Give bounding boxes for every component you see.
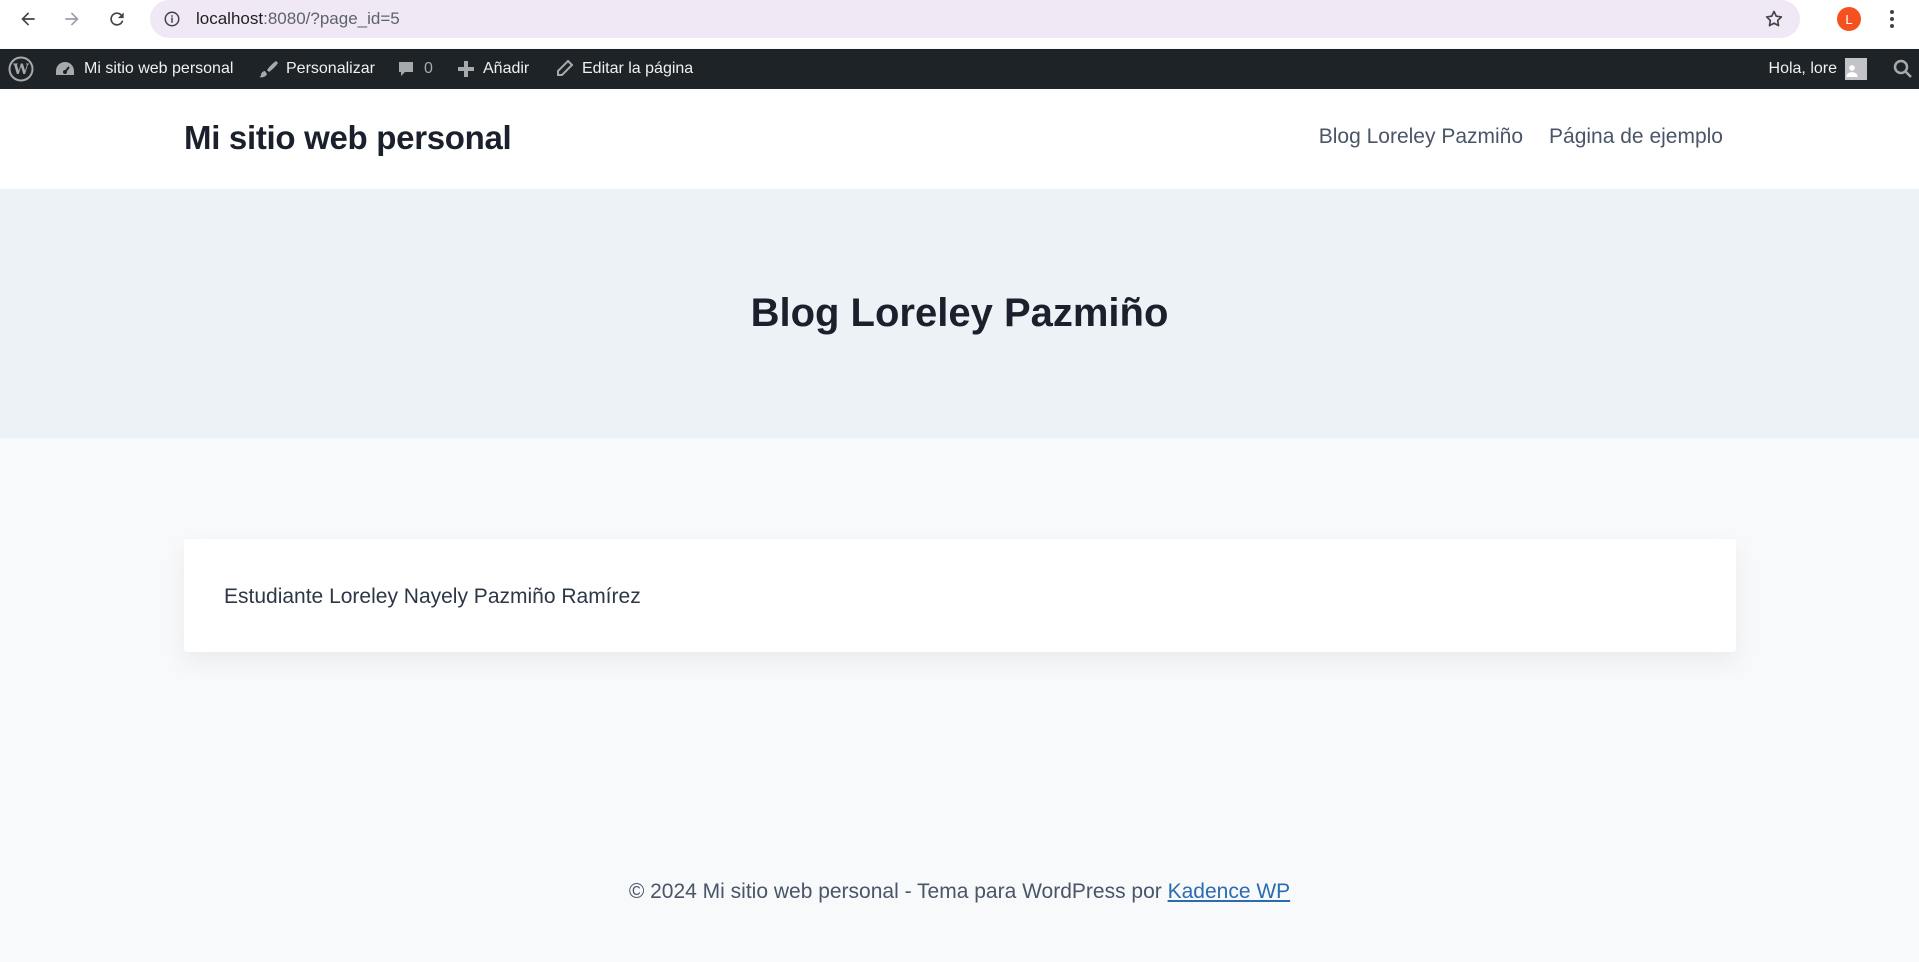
profile-avatar[interactable]: L <box>1837 7 1861 31</box>
adminbar-site-name[interactable]: Mi sitio web personal <box>54 49 233 89</box>
url-path: :8080/?page_id=5 <box>263 9 400 28</box>
primary-navigation: Blog Loreley Pazmiño Página de ejemplo <box>1319 125 1723 149</box>
site-footer: © 2024 Mi sitio web personal - Tema para… <box>0 880 1919 904</box>
forward-button[interactable] <box>56 3 88 35</box>
adminbar-site-name-label: Mi sitio web personal <box>84 60 234 77</box>
reload-button[interactable] <box>101 3 133 35</box>
arrow-left-icon <box>21 12 35 26</box>
dashboard-icon <box>56 62 74 75</box>
wordpress-logo-icon[interactable]: W <box>8 49 42 89</box>
plus-icon <box>458 61 474 77</box>
nav-item-sample-page[interactable]: Página de ejemplo <box>1549 125 1723 149</box>
adminbar-greeting: Hola, lore <box>1768 60 1837 77</box>
site-header: Mi sitio web personal Blog Loreley Pazmi… <box>0 89 1919 189</box>
adminbar-customize-label: Personalizar <box>286 60 375 77</box>
reload-icon <box>110 12 124 26</box>
adminbar-search-icon[interactable] <box>1893 49 1913 89</box>
adminbar-customize[interactable]: Personalizar <box>258 49 375 89</box>
brush-icon <box>259 61 278 78</box>
page-title: Blog Loreley Pazmiño <box>750 291 1169 335</box>
adminbar-my-account[interactable]: Hola, lore <box>1769 49 1867 89</box>
back-button[interactable] <box>12 3 44 35</box>
comments-count: 0 <box>424 60 433 77</box>
page-hero: Blog Loreley Pazmiño <box>0 189 1919 438</box>
adminbar-edit-page-label: Editar la página <box>582 60 694 77</box>
adminbar-add-new-label: Añadir <box>483 60 530 77</box>
adminbar-add-new[interactable]: Añadir <box>457 49 529 89</box>
bookmark-star-icon[interactable] <box>1764 9 1784 29</box>
svg-text:W: W <box>12 62 29 78</box>
kebab-menu-icon[interactable] <box>1880 6 1904 32</box>
arrow-right-icon <box>65 12 79 26</box>
footer-text: © 2024 Mi sitio web personal - Tema para… <box>628 880 1168 903</box>
url-text: localhost:8080/?page_id=5 <box>196 9 400 29</box>
info-icon[interactable] <box>162 9 182 29</box>
content-paragraph: Estudiante Loreley Nayely Pazmiño Ramíre… <box>224 585 641 608</box>
browser-toolbar: localhost:8080/?page_id=5 L <box>0 0 1919 48</box>
content-card: Estudiante Loreley Nayely Pazmiño Ramíre… <box>184 539 1736 652</box>
nav-item-blog[interactable]: Blog Loreley Pazmiño <box>1319 125 1523 149</box>
pencil-icon <box>557 59 574 76</box>
adminbar-edit-page[interactable]: Editar la página <box>554 49 693 89</box>
adminbar-comments[interactable]: 0 <box>396 49 433 89</box>
site-title[interactable]: Mi sitio web personal <box>184 119 512 157</box>
comment-icon <box>399 62 413 76</box>
user-avatar-icon <box>1845 58 1867 80</box>
url-host: localhost <box>196 9 264 28</box>
footer-theme-link[interactable]: Kadence WP <box>1168 880 1291 903</box>
address-bar[interactable]: localhost:8080/?page_id=5 <box>150 0 1800 38</box>
wp-admin-bar: W Mi sitio web personal Personalizar 0 A… <box>0 49 1919 89</box>
